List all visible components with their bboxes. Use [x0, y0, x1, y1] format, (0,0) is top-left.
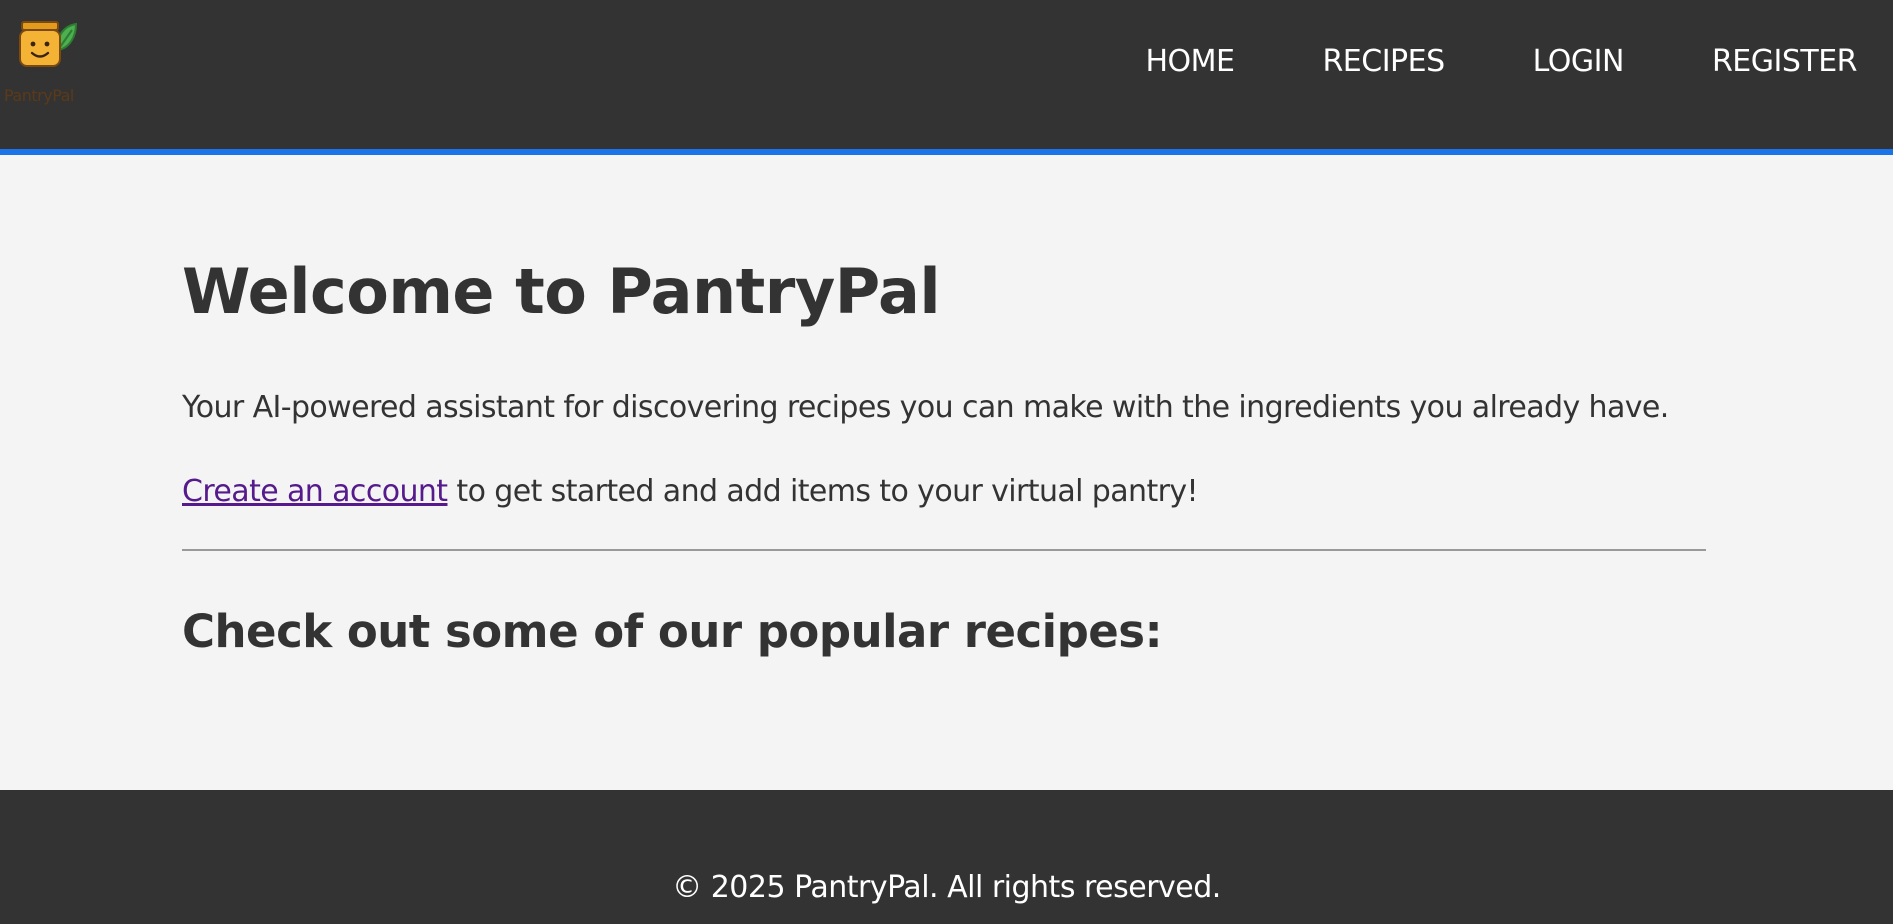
popular-recipes-heading: Check out some of our popular recipes: — [182, 605, 1163, 658]
site-footer: © 2025 PantryPal. All rights reserved. — [0, 790, 1893, 924]
cta-text: Create an account to get started and add… — [182, 474, 1199, 509]
nav-register[interactable]: REGISTER — [1712, 42, 1858, 82]
nav-recipes[interactable]: RECIPES — [1322, 42, 1445, 82]
divider — [182, 549, 1706, 551]
logo[interactable]: PantryPal — [2, 18, 84, 105]
logo-text: PantryPal — [4, 86, 74, 105]
cta-rest-text: to get started and add items to your vir… — [447, 474, 1198, 509]
site-header: PantryPal HOME RECIPES LOGIN REGISTER — [0, 0, 1893, 155]
main-nav: HOME RECIPES LOGIN REGISTER — [1057, 42, 1857, 82]
nav-login[interactable]: LOGIN — [1533, 42, 1625, 82]
create-account-link[interactable]: Create an account — [182, 474, 448, 509]
nav-home[interactable]: HOME — [1145, 42, 1235, 82]
smiling-jar-with-leaf-icon — [19, 21, 78, 67]
page-title: Welcome to PantryPal — [182, 255, 941, 328]
copyright-text: © 2025 PantryPal. All rights reserved. — [672, 870, 1221, 905]
intro-text: Your AI-powered assistant for discoverin… — [182, 390, 1669, 425]
